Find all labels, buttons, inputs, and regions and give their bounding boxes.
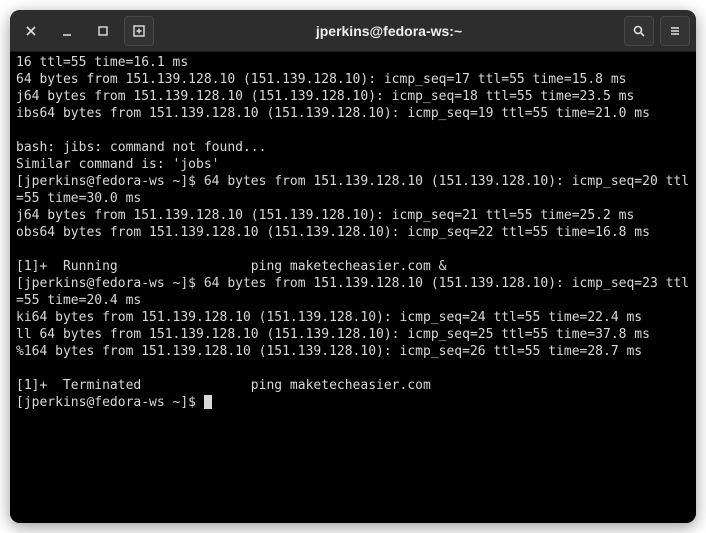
cursor bbox=[204, 395, 212, 409]
terminal-output[interactable]: 16 ttl=55 time=16.1 ms 64 bytes from 151… bbox=[10, 52, 696, 523]
terminal-window: jperkins@fedora-ws:~ 16 ttl=55 time=16.1… bbox=[10, 10, 696, 523]
close-button[interactable] bbox=[16, 16, 46, 46]
maximize-button[interactable] bbox=[88, 16, 118, 46]
terminal-lines: 16 ttl=55 time=16.1 ms 64 bytes from 151… bbox=[16, 55, 689, 393]
hamburger-menu-button[interactable] bbox=[660, 16, 690, 46]
titlebar: jperkins@fedora-ws:~ bbox=[10, 10, 696, 52]
minimize-button[interactable] bbox=[52, 16, 82, 46]
new-tab-button[interactable] bbox=[124, 16, 154, 46]
window-title: jperkins@fedora-ws:~ bbox=[160, 23, 618, 39]
search-button[interactable] bbox=[624, 16, 654, 46]
prompt: [jperkins@fedora-ws ~]$ bbox=[16, 395, 204, 410]
